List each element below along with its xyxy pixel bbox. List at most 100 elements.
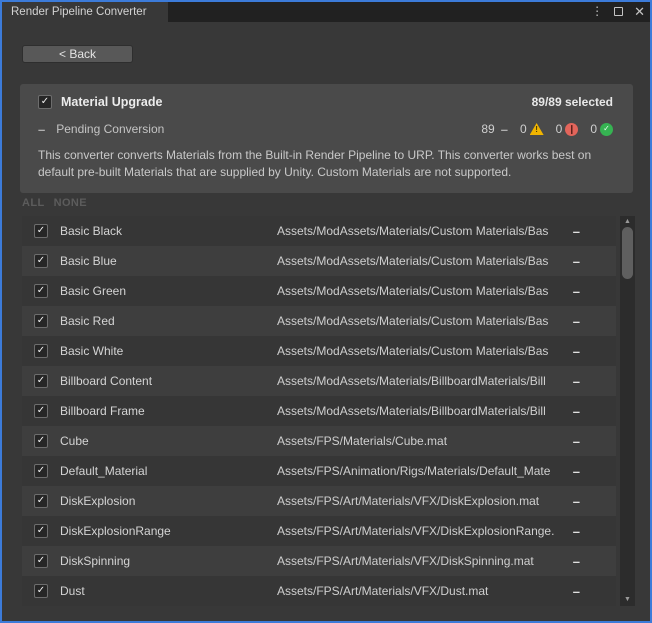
material-name: Cube xyxy=(60,434,89,448)
material-name: Basic Red xyxy=(60,314,115,328)
scrollbar-thumb[interactable] xyxy=(622,227,633,279)
row-status-minus-icon: – xyxy=(573,525,580,538)
check-icon: ✓ xyxy=(37,586,45,596)
material-name: Basic Black xyxy=(60,224,122,238)
table-row[interactable]: ✓ Dust Assets/FPS/Art/Materials/VFX/Dust… xyxy=(22,576,616,606)
select-none-button[interactable]: NONE xyxy=(54,197,87,209)
back-button[interactable]: < Back xyxy=(22,45,133,63)
pending-minus-icon: – xyxy=(501,123,508,136)
table-row[interactable]: ✓ Billboard Content Assets/ModAssets/Mat… xyxy=(22,366,616,396)
row-checkbox[interactable]: ✓ xyxy=(34,254,48,268)
window-title: Render Pipeline Converter xyxy=(11,6,147,18)
titlebar: Render Pipeline Converter ⋮ ✕ xyxy=(0,0,652,22)
material-path: Assets/ModAssets/Materials/Custom Materi… xyxy=(277,314,563,328)
window-menu-icon[interactable]: ⋮ xyxy=(591,5,603,17)
list-controls: ALL NONE xyxy=(22,197,87,209)
material-name: Basic Blue xyxy=(60,254,117,268)
material-path: Assets/ModAssets/Materials/BillboardMate… xyxy=(277,374,563,388)
row-checkbox[interactable]: ✓ xyxy=(34,314,48,328)
row-status-minus-icon: – xyxy=(573,555,580,568)
error-count: 0 xyxy=(556,122,563,136)
table-row[interactable]: ✓ Basic Red Assets/ModAssets/Materials/C… xyxy=(22,306,616,336)
select-all-button[interactable]: ALL xyxy=(22,197,45,209)
collapse-minus-icon[interactable]: – xyxy=(38,123,45,136)
scroll-down-icon[interactable]: ▼ xyxy=(620,595,635,605)
table-row[interactable]: ✓ Billboard Frame Assets/ModAssets/Mater… xyxy=(22,396,616,426)
row-status-minus-icon: – xyxy=(573,435,580,448)
row-checkbox[interactable]: ✓ xyxy=(34,284,48,298)
check-icon: ✓ xyxy=(37,406,45,416)
table-row[interactable]: ✓ Basic Blue Assets/ModAssets/Materials/… xyxy=(22,246,616,276)
pending-count: 89 xyxy=(481,122,494,136)
check-icon: ✓ xyxy=(37,256,45,266)
check-icon: ✓ xyxy=(37,226,45,236)
material-name: Default_Material xyxy=(60,464,147,478)
table-row[interactable]: ✓ DiskSpinning Assets/FPS/Art/Materials/… xyxy=(22,546,616,576)
table-row[interactable]: ✓ DiskExplosionRange Assets/FPS/Art/Mate… xyxy=(22,516,616,546)
material-path: Assets/ModAssets/Materials/Custom Materi… xyxy=(277,284,563,298)
window-tab[interactable]: Render Pipeline Converter xyxy=(2,2,168,22)
table-row[interactable]: ✓ Default_Material Assets/FPS/Animation/… xyxy=(22,456,616,486)
material-path: Assets/FPS/Art/Materials/VFX/DiskExplosi… xyxy=(277,524,563,538)
row-checkbox[interactable]: ✓ xyxy=(34,464,48,478)
row-status-minus-icon: – xyxy=(573,405,580,418)
table-row[interactable]: ✓ Basic Green Assets/ModAssets/Materials… xyxy=(22,276,616,306)
row-checkbox[interactable]: ✓ xyxy=(34,374,48,388)
material-path: Assets/ModAssets/Materials/Custom Materi… xyxy=(277,254,563,268)
scroll-up-icon[interactable]: ▲ xyxy=(620,217,635,227)
warning-icon: ! xyxy=(530,123,544,135)
row-status-minus-icon: – xyxy=(573,315,580,328)
material-path: Assets/FPS/Animation/Rigs/Materials/Defa… xyxy=(277,464,563,478)
material-path: Assets/FPS/Art/Materials/VFX/DiskExplosi… xyxy=(277,494,563,508)
row-status-minus-icon: – xyxy=(573,345,580,358)
table-row[interactable]: ✓ Basic White Assets/ModAssets/Materials… xyxy=(22,336,616,366)
material-name: DiskExplosion xyxy=(60,494,135,508)
table-row[interactable]: ✓ DiskExplosion Assets/FPS/Art/Materials… xyxy=(22,486,616,516)
material-name: Billboard Frame xyxy=(60,404,145,418)
material-list: ✓ Basic Black Assets/ModAssets/Materials… xyxy=(22,216,616,606)
table-row[interactable]: ✓ Cube Assets/FPS/Materials/Cube.mat – xyxy=(22,426,616,456)
check-icon: ✓ xyxy=(37,316,45,326)
converter-title: Material Upgrade xyxy=(61,95,162,109)
check-icon: ✓ xyxy=(37,556,45,566)
warning-count: 0 xyxy=(520,122,527,136)
maximize-icon[interactable] xyxy=(614,7,623,16)
scrollbar[interactable]: ▲ ▼ xyxy=(620,216,635,606)
error-icon: ❙ xyxy=(565,123,578,136)
material-name: DiskExplosionRange xyxy=(60,524,171,538)
selected-count: 89/89 selected xyxy=(532,95,613,109)
row-checkbox[interactable]: ✓ xyxy=(34,494,48,508)
check-icon: ✓ xyxy=(37,466,45,476)
check-icon: ✓ xyxy=(37,376,45,386)
check-icon: ✓ xyxy=(37,526,45,536)
success-icon: ✓ xyxy=(600,123,613,136)
check-icon: ✓ xyxy=(37,346,45,356)
material-path: Assets/FPS/Art/Materials/VFX/Dust.mat xyxy=(277,584,563,598)
row-status-minus-icon: – xyxy=(573,375,580,388)
close-icon[interactable]: ✕ xyxy=(634,5,645,18)
success-count: 0 xyxy=(590,122,597,136)
converter-panel[interactable]: ✓ Material Upgrade 89/89 selected – Pend… xyxy=(20,84,633,193)
pending-conversion-label: Pending Conversion xyxy=(56,122,164,136)
row-status-minus-icon: – xyxy=(573,255,580,268)
row-status-minus-icon: – xyxy=(573,225,580,238)
row-checkbox[interactable]: ✓ xyxy=(34,344,48,358)
material-path: Assets/FPS/Materials/Cube.mat xyxy=(277,434,563,448)
material-path: Assets/ModAssets/Materials/Custom Materi… xyxy=(277,224,563,238)
material-name: Basic Green xyxy=(60,284,126,298)
material-path: Assets/ModAssets/Materials/Custom Materi… xyxy=(277,344,563,358)
row-checkbox[interactable]: ✓ xyxy=(34,404,48,418)
check-icon: ✓ xyxy=(41,97,49,107)
material-name: Dust xyxy=(60,584,85,598)
row-checkbox[interactable]: ✓ xyxy=(34,584,48,598)
row-checkbox[interactable]: ✓ xyxy=(34,224,48,238)
converter-checkbox[interactable]: ✓ xyxy=(38,95,52,109)
render-pipeline-converter-window: Render Pipeline Converter ⋮ ✕ < Back ✓ M… xyxy=(0,0,652,623)
row-checkbox[interactable]: ✓ xyxy=(34,554,48,568)
check-icon: ✓ xyxy=(37,286,45,296)
table-row[interactable]: ✓ Basic Black Assets/ModAssets/Materials… xyxy=(22,216,616,246)
material-name: Billboard Content xyxy=(60,374,152,388)
status-counts: 89 – 0 ! 0 ❙ 0 ✓ xyxy=(481,122,613,136)
row-checkbox[interactable]: ✓ xyxy=(34,434,48,448)
row-checkbox[interactable]: ✓ xyxy=(34,524,48,538)
